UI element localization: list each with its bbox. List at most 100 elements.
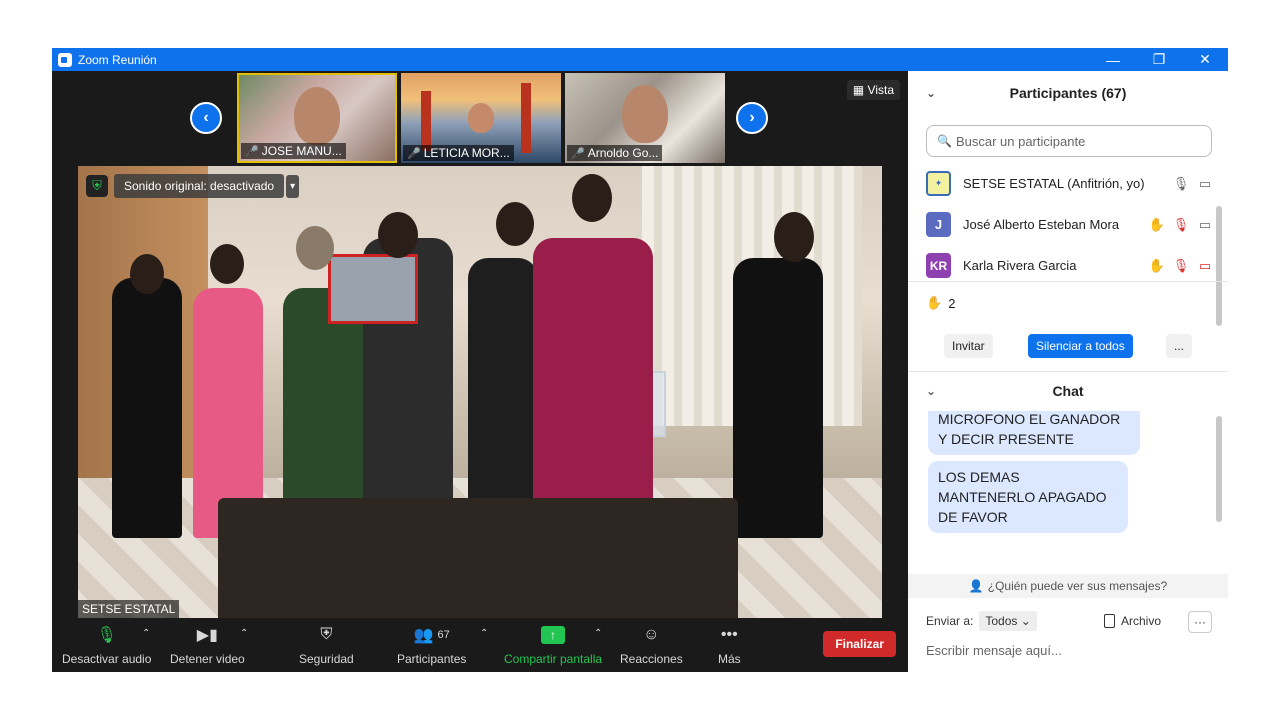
send-to-row: Enviar a: Todos ⌄ [926,611,1037,631]
chat-more-button[interactable]: ··· [1188,611,1212,633]
participant-row[interactable]: J José Alberto Esteban Mora ✋ 🎙 ▭ [926,204,1216,245]
avatar: KR [926,253,951,278]
close-button[interactable]: ✕ [1182,48,1228,71]
side-panel: ⌄ Participantes (67) 🔍 Buscar un partici… [908,71,1228,672]
participant-name: José Alberto Esteban Mora [963,217,1120,232]
microphone-icon: 🎙 [96,627,117,644]
mute-all-button[interactable]: Silenciar a todos [1028,334,1133,358]
video-person [533,238,653,538]
recipient-dropdown[interactable]: Todos ⌄ [979,611,1037,631]
speaker-name-label: SETSE ESTATAL [78,600,180,618]
next-page-button[interactable]: › [736,102,768,134]
chevron-up-icon[interactable]: ⌃ [480,628,488,639]
chat-message: MICROFONO EL GANADOR Y DECIR PRESENTE [928,411,1140,455]
muted-mic-icon: 🎤 [245,145,259,158]
encryption-shield-icon[interactable]: ⛨ [86,175,108,197]
participant-name: Karla Rivera Garcia [963,258,1077,273]
security-label: Seguridad [299,652,354,666]
avatar: J [926,212,951,237]
chevron-down-icon[interactable]: ⌄ [926,384,936,398]
video-person [112,278,182,538]
participants-more-button[interactable]: ... [1166,334,1193,358]
participant-search-input[interactable]: 🔍 Buscar un participante [926,125,1212,157]
raised-hands-summary: ✋ 2 [926,295,955,311]
raised-hand-icon: ✋ [1148,216,1166,232]
search-icon: 🔍 [937,134,952,148]
chat-title: Chat [1052,383,1084,399]
participant-row[interactable]: ✦ SETSE ESTATAL (Anfitrión, yo) 🎙 ▭ [926,163,1216,204]
person-lock-icon: 👤 [968,579,984,593]
view-button-label: Vista [867,83,894,97]
shield-icon: ⛨ [320,626,333,643]
prev-page-button[interactable]: ‹ [190,102,222,134]
chat-scrollbar[interactable] [1216,416,1222,522]
stop-video-button[interactable]: ▶▮ Detener video [170,624,245,666]
who-can-see-link[interactable]: 👤 ¿Quién puede ver sus mensajes? [908,574,1228,598]
chevron-up-icon[interactable]: ⌃ [240,628,248,639]
participant-row[interactable]: KR Karla Rivera Garcia ✋ 🎙 ▭ [926,245,1216,286]
video-head [572,174,612,222]
thumbnail-name: LETICIA MOR... [423,146,510,160]
file-icon [1104,614,1115,628]
raised-hands-count: 2 [948,295,956,311]
participants-scrollbar[interactable] [1216,206,1222,326]
chevron-up-icon[interactable]: ⌃ [594,628,602,639]
more-dots-icon: ••• [720,626,738,643]
video-table [218,498,738,618]
thumbnail-strip: 🎤 JOSE MANU... 🎤 LETICIA MOR... 🎤 Arnold… [237,73,725,163]
minimize-button[interactable]: — [1090,48,1136,71]
chevron-down-icon[interactable]: ⌄ [926,86,936,100]
raised-hand-icon: ✋ [1148,257,1166,273]
thumbnail-name: JOSE MANU... [261,144,342,158]
participant-face [468,103,494,133]
video-gift-box [328,254,418,324]
restore-button[interactable]: ❐ [1136,48,1182,71]
share-label: Compartir pantalla [504,652,603,666]
muted-mic-icon: 🎤 [407,147,421,160]
security-button[interactable]: ⛨ Seguridad [299,624,354,666]
microphone-icon[interactable]: 🎙 [1170,176,1192,192]
participants-count: 67 [437,629,450,641]
end-meeting-button[interactable]: Finalizar [823,631,896,657]
participants-header: ⌄ Participantes (67) [908,71,1228,115]
video-camera-icon: ▶▮ [196,627,218,644]
file-button[interactable]: Archivo [1104,614,1161,628]
share-screen-icon: ↑ [541,624,566,646]
more-button[interactable]: ••• Más [718,624,741,666]
share-screen-button[interactable]: ↑ Compartir pantalla [504,624,602,666]
participants-list: ✦ SETSE ESTATAL (Anfitrión, yo) 🎙 ▭ J Jo… [926,163,1216,286]
thumbnail-video[interactable]: 🎤 Arnoldo Go... [565,73,725,163]
participants-icon: 👥 67 [413,627,450,644]
original-sound-label[interactable]: Sonido original: desactivado [114,174,285,198]
chevron-down-icon[interactable]: ▾ [286,174,300,198]
participants-button[interactable]: 👥 67 Participantes [397,624,466,666]
zoom-logo-icon [58,52,72,67]
video-off-icon[interactable]: ▭ [1194,258,1216,274]
video-person [468,258,538,538]
chevron-up-icon[interactable]: ⌃ [142,628,150,639]
chat-message: LOS DEMAS MANTENERLO APAGADO DE FAVOR [928,461,1128,533]
thumbnail-video[interactable]: 🎤 LETICIA MOR... [401,73,561,163]
video-camera-icon[interactable]: ▭ [1194,176,1216,192]
thumbnail-video[interactable]: 🎤 JOSE MANU... [237,73,397,163]
zoom-window: Zoom Reunión — ❐ ✕ ‹ 🎤 JOSE MANU... 🎤 LE… [52,48,1228,672]
thumbnail-label: 🎤 LETICIA MOR... [403,145,514,161]
more-label: Más [718,652,741,666]
meeting-area: ‹ 🎤 JOSE MANU... 🎤 LETICIA MOR... 🎤 Arno… [52,71,908,672]
emoji-icon: ☺ [643,626,660,643]
active-speaker-video: ⛨ Sonido original: desactivado ▾ SETSE E… [78,166,882,618]
chat-message-input[interactable]: Escribir mensaje aquí... [926,643,1062,658]
reactions-button[interactable]: ☺ Reacciones [620,624,683,666]
video-head [774,212,814,262]
muted-mic-icon[interactable]: 🎙 [1170,258,1192,274]
view-button[interactable]: ▦ Vista [846,80,900,100]
thumbnail-name: Arnoldo Go... [587,146,659,160]
invite-button[interactable]: Invitar [944,334,993,358]
chat-header: ⌄ Chat [908,371,1228,411]
muted-mic-icon[interactable]: 🎙 [1170,217,1192,233]
video-head [496,202,534,246]
divider [908,281,1228,282]
mute-button[interactable]: 🎙 Desactivar audio [62,624,151,666]
participants-title: Participantes (67) [1009,85,1127,101]
video-camera-icon[interactable]: ▭ [1194,217,1216,233]
